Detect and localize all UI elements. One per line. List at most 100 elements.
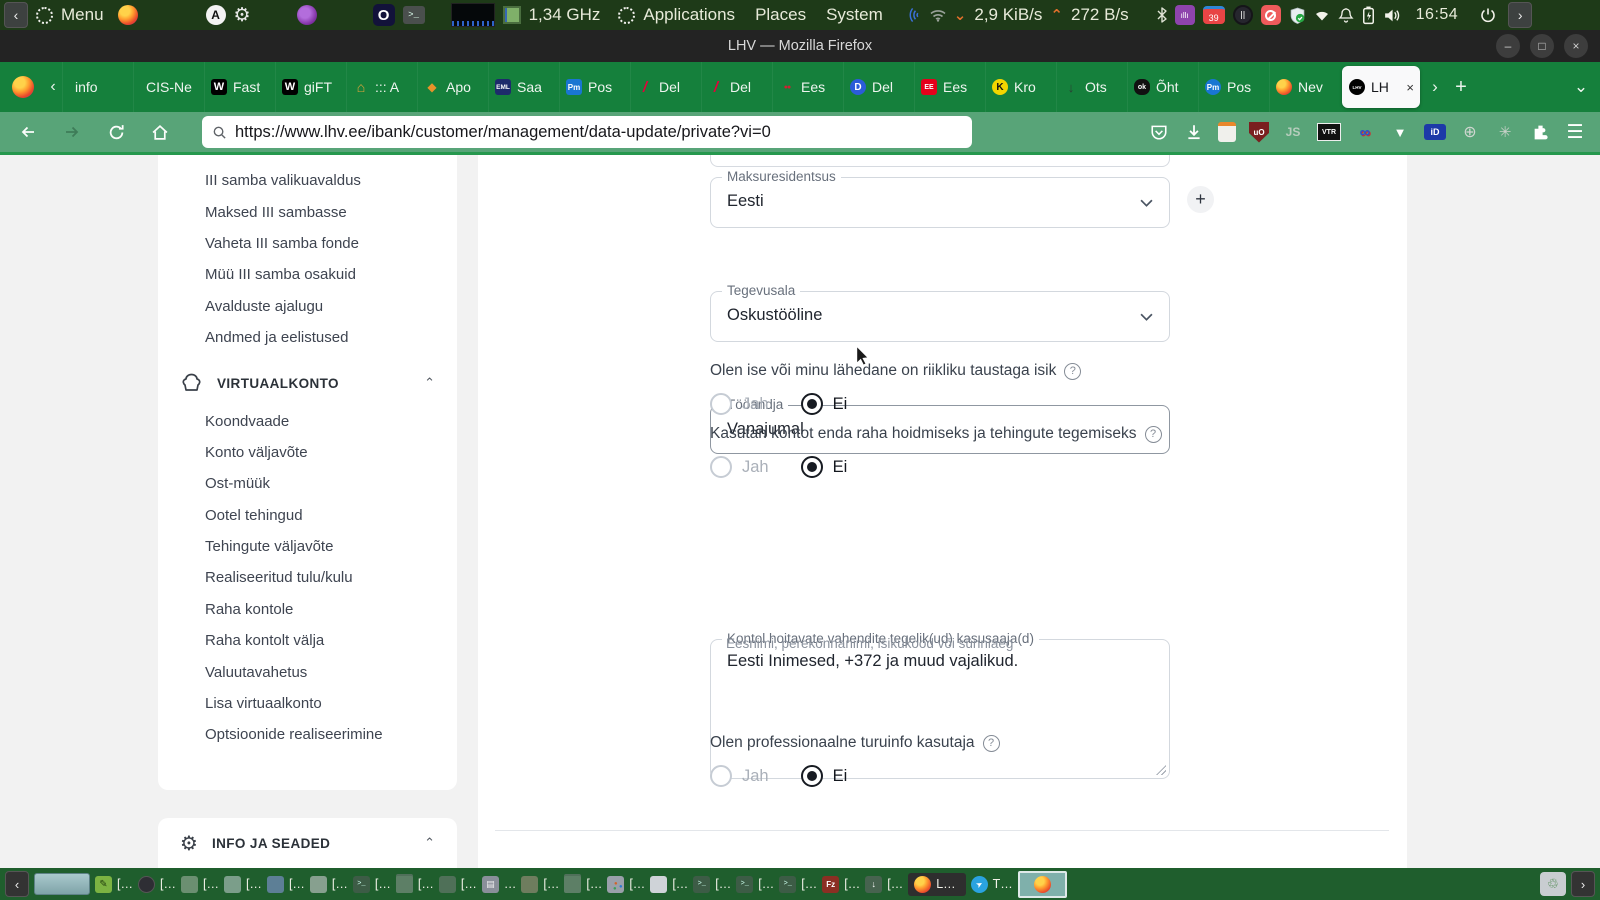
applications-logo-icon[interactable]: [618, 6, 636, 24]
taskbar-window-button[interactable]: […: [309, 875, 348, 893]
taskbar-window-button[interactable]: […: [521, 875, 559, 893]
tab[interactable]: ◆ Apo: [417, 62, 488, 112]
calendar-extension-icon[interactable]: [1218, 122, 1236, 142]
tab-close-icon[interactable]: ×: [1406, 80, 1414, 95]
show-desktop-button[interactable]: [34, 873, 90, 895]
tab[interactable]: EML Saa: [488, 62, 559, 112]
battery-icon[interactable]: [1362, 6, 1375, 25]
activity-field-select[interactable]: Tegevusala Oskustööline: [710, 283, 1170, 342]
radio-jah-unselected[interactable]: [710, 393, 732, 415]
proxy-globe-icon[interactable]: ⊕: [1459, 121, 1481, 143]
terminal-launcher-icon[interactable]: >_: [402, 6, 425, 24]
tab[interactable]: / Del: [630, 62, 701, 112]
downloads-icon[interactable]: [1183, 121, 1205, 143]
wifi-tray-icon[interactable]: [1314, 9, 1330, 22]
translate-triangle-icon[interactable]: ▼: [1389, 121, 1411, 143]
tab-active-lhv[interactable]: LHV LH ×: [1342, 66, 1420, 108]
sidebar-item-koondvaade[interactable]: Koondvaade: [158, 405, 457, 436]
reload-button[interactable]: [100, 116, 132, 148]
sidebar-item-avalduste-ajalugu[interactable]: Avalduste ajalugu: [158, 291, 457, 322]
audio-levels-icon[interactable]: ıllı: [1174, 5, 1195, 25]
radio-jah-unselected[interactable]: [710, 765, 732, 787]
taskbar-window-button[interactable]: […: [564, 875, 602, 893]
tab[interactable]: / Del: [701, 62, 772, 112]
taskbar-scroll-left-button[interactable]: ‹: [5, 871, 29, 897]
taskbar-window-button[interactable]: …: [481, 875, 516, 893]
tampermonkey-icon[interactable]: ✳: [1494, 121, 1516, 143]
firefox-launcher-icon[interactable]: [117, 5, 138, 25]
sidebar-item-iii-samba-valikuavaldus[interactable]: III samba valikuavaldus: [158, 165, 457, 196]
multi-account-chain-icon[interactable]: ∞: [1354, 121, 1376, 143]
sidebar-section-virtuaalkonto[interactable]: VIRTUAALKONTO ⌃: [158, 361, 457, 405]
places-menu[interactable]: Places: [755, 5, 806, 25]
url-bar[interactable]: https://www.lhv.ee/ibank/customer/manage…: [202, 116, 972, 148]
taskbar-window-button-active-firefox[interactable]: L…: [908, 872, 966, 896]
tab[interactable]: W Fast: [204, 62, 275, 112]
sidebar-item-valuutavahetus[interactable]: Valuutavahetus: [158, 656, 457, 687]
close-button[interactable]: ×: [1564, 34, 1588, 58]
forward-button[interactable]: [56, 116, 88, 148]
radio-ei-selected[interactable]: [800, 765, 823, 787]
tab[interactable]: CIS-Ne: [133, 62, 204, 112]
taskbar-window-button[interactable]: […: [438, 875, 477, 893]
taskbar-scroll-right-button[interactable]: ›: [1571, 871, 1595, 897]
taskbar-window-button[interactable]: […: [779, 875, 817, 893]
panel-collapse-right-button[interactable]: ›: [1508, 2, 1533, 28]
tab[interactable]: K Kro: [985, 62, 1056, 112]
ublock-origin-icon[interactable]: uO: [1249, 121, 1269, 143]
maximize-button[interactable]: □: [1530, 34, 1554, 58]
sidebar-item-ootel-tehingud[interactable]: Ootel tehingud: [158, 500, 457, 531]
taskbar-window-button[interactable]: […: [693, 875, 731, 893]
radio-label-ei[interactable]: Ei: [833, 767, 848, 786]
radio-ei-selected[interactable]: [800, 456, 823, 478]
back-button[interactable]: [12, 116, 44, 148]
minimize-button[interactable]: –: [1496, 34, 1520, 58]
sidebar-item-tehingute-valjavote[interactable]: Tehingute väljavõte: [158, 531, 457, 562]
taskbar-window-button[interactable]: […: [865, 875, 903, 893]
radio-ei-selected[interactable]: [800, 393, 823, 415]
radio-jah-unselected[interactable]: [710, 456, 732, 478]
taskbar-window-button[interactable]: […: [266, 875, 305, 893]
pocket-icon[interactable]: [1148, 121, 1170, 143]
sidebar-item-lisa-virtuaalkonto[interactable]: Lisa virtuaalkonto: [158, 688, 457, 719]
radio-label-jah[interactable]: Jah: [742, 458, 769, 477]
taskbar-window-button[interactable]: […: [180, 875, 219, 893]
tab[interactable]: ↓ Ots: [1056, 62, 1127, 112]
tor-browser-icon[interactable]: [296, 5, 317, 25]
extensions-puzzle-icon[interactable]: [1529, 121, 1551, 143]
trash-applet-icon[interactable]: ♲: [1540, 872, 1566, 896]
chevron-up-icon[interactable]: ⌃: [424, 835, 435, 851]
taskbar-window-button[interactable]: […: [95, 875, 133, 893]
smart-id-icon[interactable]: iD: [1424, 124, 1446, 140]
sidebar-item-realiseeritud-tulu-kulu[interactable]: Realiseeritud tulu/kulu: [158, 562, 457, 593]
radio-label-ei[interactable]: Ei: [833, 458, 848, 477]
taskbar-window-button-highlighted-firefox[interactable]: [1017, 870, 1067, 898]
help-question-icon[interactable]: ?: [1144, 425, 1162, 443]
radio-label-jah[interactable]: Jah: [742, 767, 769, 786]
taskbar-window-button[interactable]: […: [395, 875, 434, 893]
tab[interactable]: ●● Ees: [772, 62, 843, 112]
app-menu-icon[interactable]: ☰: [1564, 121, 1586, 143]
help-question-icon[interactable]: ?: [982, 734, 1000, 752]
taskbar-window-button[interactable]: […: [137, 875, 176, 893]
system-menu[interactable]: System: [826, 5, 883, 25]
sidebar-item-optsioonide-realiseerimine[interactable]: Optsioonide realiseerimine: [158, 719, 457, 750]
system-monitor-widget[interactable]: [450, 3, 495, 27]
tab[interactable]: Pm Pos: [559, 62, 630, 112]
tab[interactable]: D Del: [843, 62, 914, 112]
opera-icon[interactable]: O: [372, 4, 395, 26]
chevron-up-icon[interactable]: ⌃: [424, 375, 435, 391]
menu-button[interactable]: Menu: [61, 5, 104, 25]
wifi-status-icon[interactable]: [930, 9, 946, 22]
notification-count-badge[interactable]: 39: [1202, 6, 1225, 24]
tab[interactable]: ⌂::: A: [346, 62, 417, 112]
tab[interactable]: Nev: [1269, 62, 1340, 112]
sidebar-item-raha-kontolt-valja[interactable]: Raha kontolt välja: [158, 625, 457, 656]
sidebar-item-andmed-ja-eelistused[interactable]: Andmed ja eelistused: [158, 322, 457, 353]
url-text[interactable]: https://www.lhv.ee/ibank/customer/manage…: [235, 123, 771, 142]
truncated-field-above[interactable]: [710, 155, 1170, 167]
vtr-extension-icon[interactable]: VTR: [1317, 123, 1341, 141]
tab[interactable]: ok Õht: [1127, 62, 1198, 112]
clock[interactable]: 16:54: [1416, 6, 1459, 24]
taskbar-window-button[interactable]: […: [223, 875, 262, 893]
